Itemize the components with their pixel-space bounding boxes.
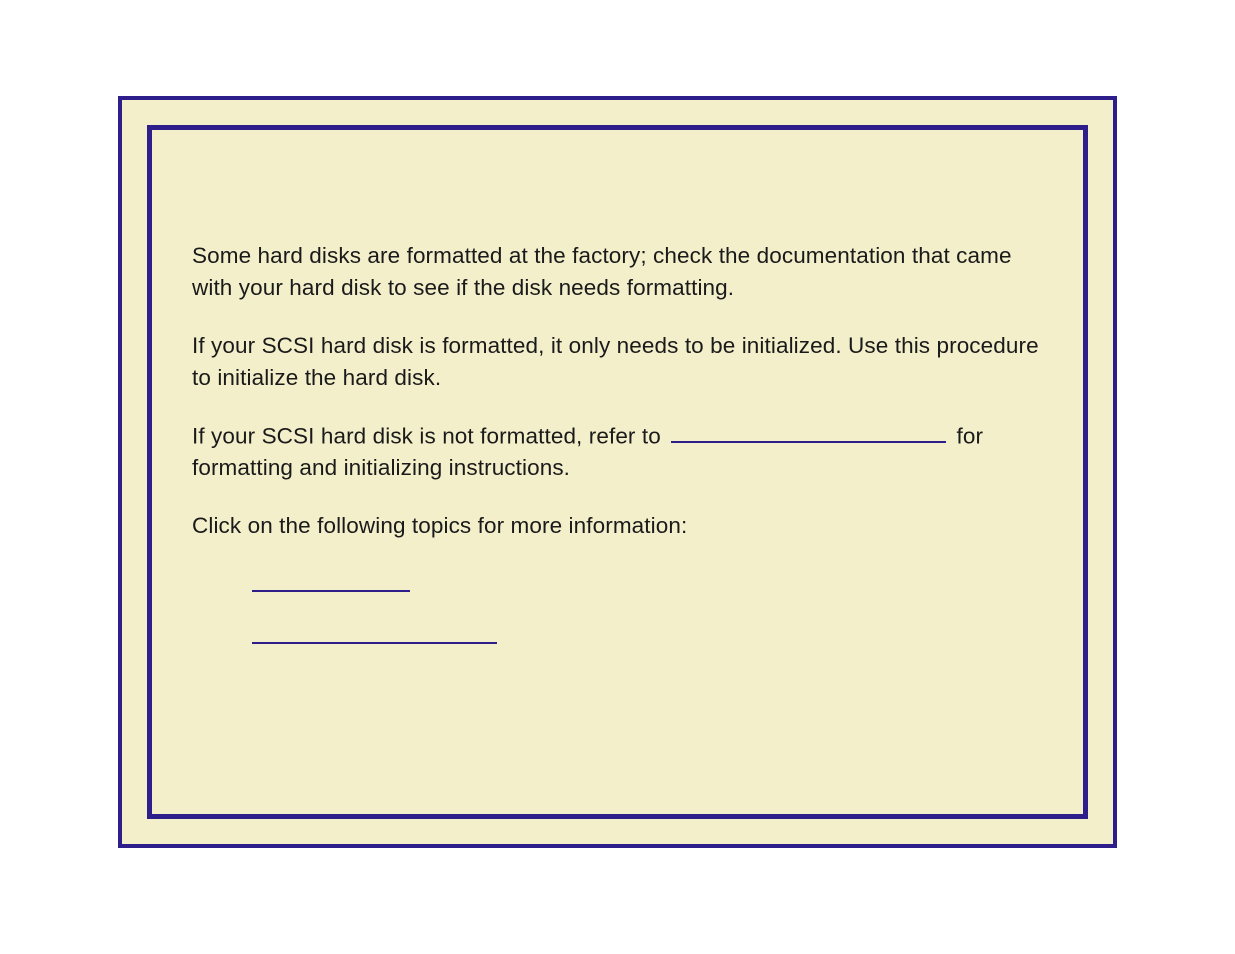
topic-link-1[interactable]	[252, 576, 410, 592]
paragraph-click-topics: Click on the following topics for more i…	[192, 510, 1043, 542]
document-inner-frame: Some hard disks are formatted at the fac…	[147, 125, 1088, 819]
paragraph-refer-to: If your SCSI hard disk is not formatted,…	[192, 420, 1043, 484]
reference-link-blank[interactable]	[671, 420, 946, 443]
topic-link-list	[252, 576, 1043, 644]
paragraph-factory-formatted: Some hard disks are formatted at the fac…	[192, 240, 1043, 304]
paragraph-initialize: If your SCSI hard disk is formatted, it …	[192, 330, 1043, 394]
topic-link-2[interactable]	[252, 628, 497, 644]
document-outer-frame: Some hard disks are formatted at the fac…	[118, 96, 1117, 848]
paragraph-refer-to-pre: If your SCSI hard disk is not formatted,…	[192, 423, 667, 448]
